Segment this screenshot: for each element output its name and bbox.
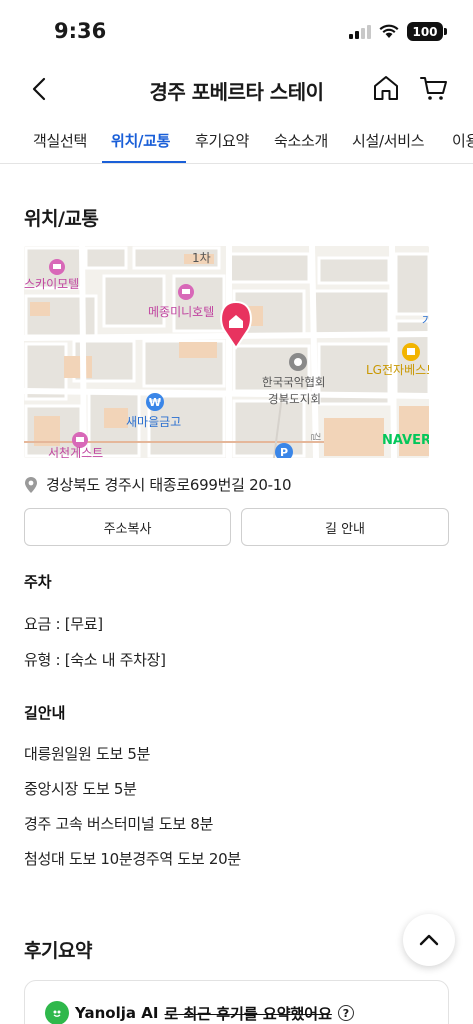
ai-description: 로 최근 후기를 요약했어요: [164, 1004, 332, 1023]
tab-rooms[interactable]: 객실선택: [33, 130, 87, 151]
directions-item: 첨성대 도보 10분경주역 도보 20분: [24, 850, 241, 868]
map-label-area: 1차: [192, 251, 211, 265]
parking-title: 주차: [24, 573, 52, 591]
map-label-lg-store: LG전자베스트: [366, 363, 429, 377]
svg-text:₩: ₩: [149, 396, 161, 409]
home-icon: [374, 76, 398, 100]
map-marker-icon: [25, 476, 37, 493]
map-label-guesthouse: 서천게스트: [48, 445, 103, 458]
status-icons: 100: [349, 22, 447, 41]
wifi-icon: [379, 24, 399, 38]
map-label-association-branch: 경북도지회: [268, 392, 321, 406]
tab-facilities[interactable]: 시설/서비스: [352, 130, 425, 151]
address-row: 경상북도 경주시 태종로699번길 20-10: [24, 474, 292, 495]
shop-icon: [402, 343, 420, 361]
tab-location[interactable]: 위치/교통: [111, 130, 170, 151]
status-bar: 9:36 100: [0, 0, 473, 62]
cart-button[interactable]: [418, 72, 450, 104]
map-graphic: ₩ P 1차 스카이모텔 메종미니호텔 한국국악협회 경북도지회 LG전자베스트…: [24, 246, 429, 458]
ai-brand: Yanolja AI: [75, 1004, 159, 1022]
hotel-icon: [178, 284, 194, 300]
ai-review-card: Yanolja AI 로 최근 후기를 요약했어요 ?: [24, 980, 449, 1024]
yanolja-ai-icon: [45, 1001, 69, 1024]
tab-reviews[interactable]: 후기요약: [195, 130, 249, 151]
svg-text:P: P: [280, 446, 288, 458]
active-tab-indicator: [102, 161, 186, 163]
directions-item: 경주 고속 버스터미널 도보 8분: [24, 815, 214, 833]
section-title-location: 위치/교통: [24, 208, 99, 230]
bank-icon: ₩: [146, 393, 164, 411]
page-title: 경주 포베르타 스테이: [149, 80, 324, 104]
motel-icon: [49, 259, 65, 275]
help-icon[interactable]: ?: [337, 1005, 354, 1021]
chevron-up-icon: [419, 934, 439, 946]
map-label-bank: 새마을금고: [126, 415, 181, 429]
battery-icon: 100: [407, 22, 447, 41]
map-label-motel: 스카이모텔: [24, 277, 79, 291]
map-label-association: 한국국악협회: [262, 375, 325, 389]
map-label-side-road: 길: [309, 432, 322, 441]
cart-icon: [420, 77, 447, 100]
map-label-hotel: 메종미니호텔: [148, 305, 214, 319]
directions-item: 중앙시장 도보 5분: [24, 780, 137, 798]
section-title-reviews: 후기요약: [24, 940, 92, 962]
status-time: 9:36: [54, 19, 107, 43]
directions-title: 길안내: [24, 704, 66, 722]
map-label-edge: 가: [422, 314, 429, 327]
naver-logo: NAVER: [382, 433, 429, 448]
tab-bar: 객실선택 위치/교통 후기요약 숙소소개 시설/서비스 이용: [0, 116, 473, 164]
tab-usage[interactable]: 이용: [452, 130, 473, 151]
address-text: 경상북도 경주시 태종로699번길 20-10: [46, 476, 292, 494]
directions-item: 대릉원일원 도보 5분: [24, 745, 151, 763]
nav-bar: 경주 포베르타 스테이: [0, 62, 473, 116]
parking-fee: 요금 : [무료]: [24, 615, 103, 633]
directions-button[interactable]: 길 안내: [241, 508, 449, 546]
map-view[interactable]: ₩ P 1차 스카이모텔 메종미니호텔 한국국악협회 경북도지회 LG전자베스트…: [24, 246, 429, 458]
scroll-to-top-button[interactable]: [403, 914, 455, 966]
copy-address-button[interactable]: 주소복사: [24, 508, 231, 546]
home-button[interactable]: [370, 72, 402, 104]
signal-icon: [349, 24, 371, 39]
culture-icon: [289, 353, 307, 371]
tab-intro[interactable]: 숙소소개: [274, 130, 328, 151]
ai-review-header: Yanolja AI 로 최근 후기를 요약했어요 ?: [45, 1001, 354, 1024]
parking-type: 유형 : [숙소 내 주차장]: [24, 651, 166, 669]
